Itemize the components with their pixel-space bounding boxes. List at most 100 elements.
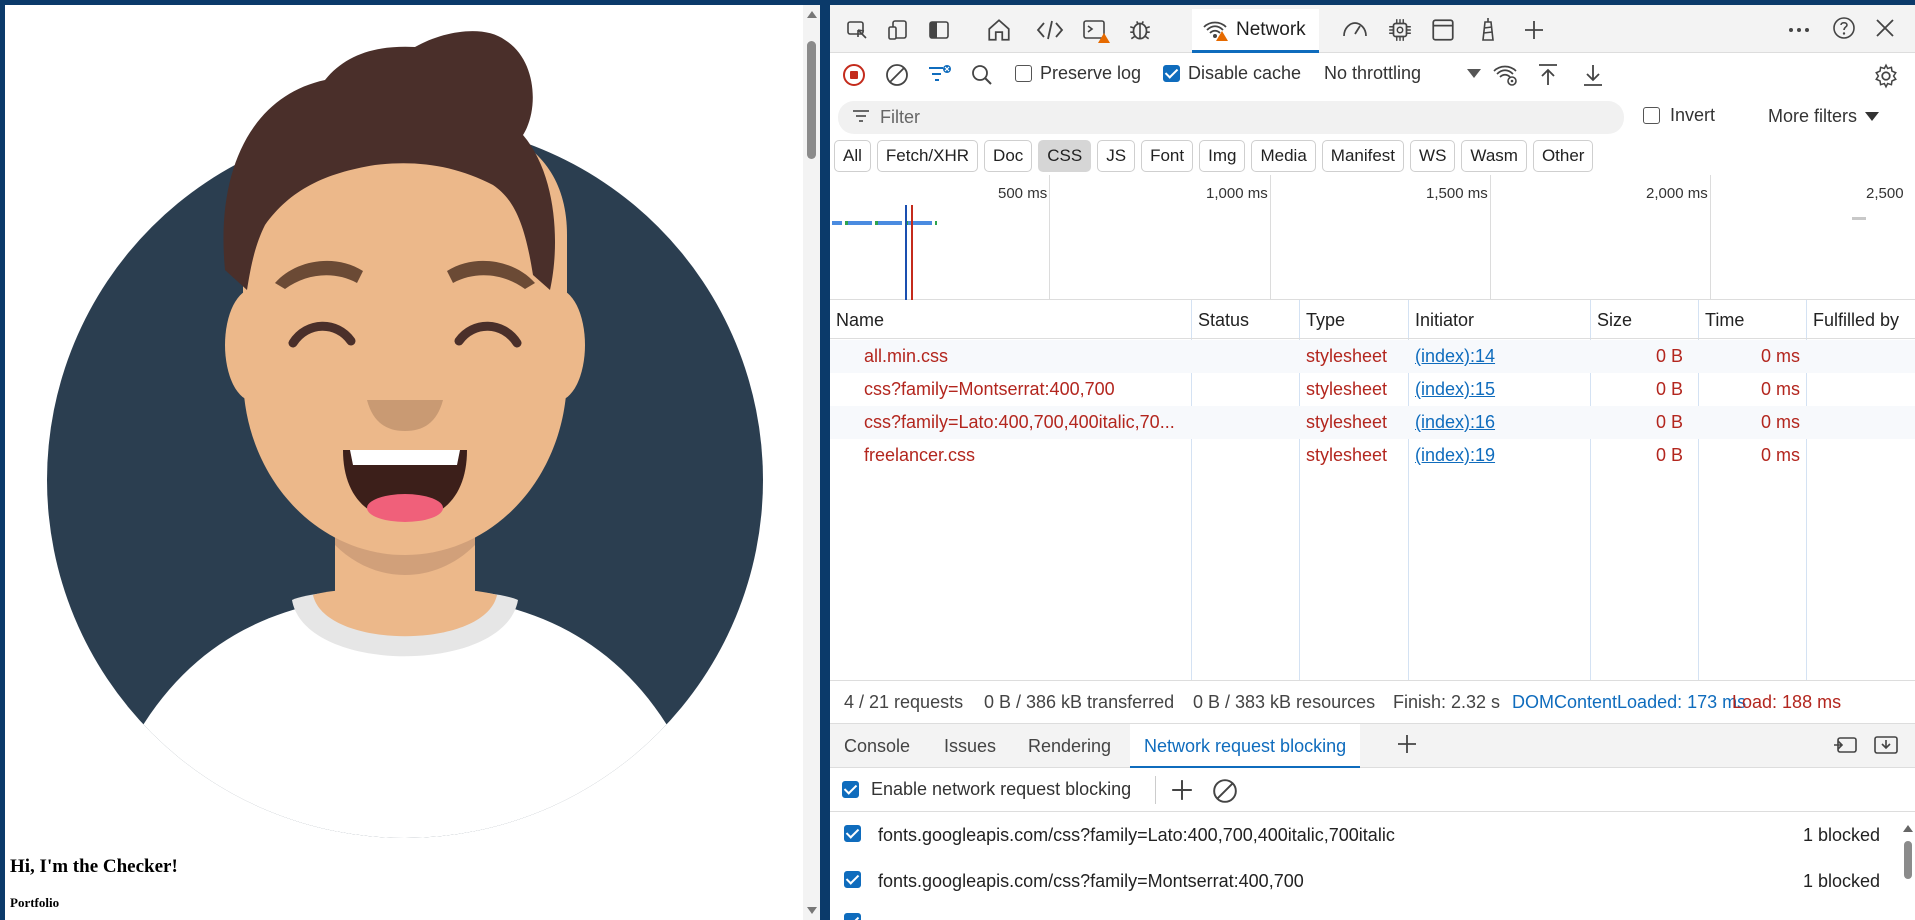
more-options-icon[interactable] — [1784, 15, 1814, 45]
request-name: freelancer.css — [864, 445, 976, 465]
chip-fetch-xhr[interactable]: Fetch/XHR — [876, 140, 979, 172]
summary-finish: Finish: 2.32 s — [1393, 692, 1501, 712]
summary-resources: 0 B / 383 kB resources — [1193, 692, 1376, 712]
drawer-tab-rendering[interactable]: Rendering — [1028, 736, 1111, 757]
performance-tab-icon[interactable] — [1340, 15, 1370, 45]
drawer-tab-network-request-blocking[interactable]: Network request blocking — [1130, 724, 1361, 768]
devtools-main-toolbar: Network — [830, 5, 1915, 53]
network-settings-gear-icon[interactable] — [1873, 63, 1899, 89]
overview-gridline — [1710, 175, 1711, 300]
help-icon[interactable] — [1829, 13, 1859, 43]
drawer-scrollbar[interactable] — [1900, 813, 1915, 920]
filter-toggle-icon[interactable] — [927, 63, 953, 87]
enable-blocking-box[interactable] — [842, 781, 859, 798]
memory-chip-icon[interactable] — [1385, 15, 1415, 45]
column-header-type[interactable]: Type — [1306, 310, 1345, 331]
request-initiator-link[interactable]: (index):14 — [1415, 346, 1495, 367]
blocked-pattern-row[interactable]: fonts.googleapis.com/css?family=Lato:400… — [830, 813, 1900, 859]
request-time: 0 ms — [1760, 346, 1800, 366]
add-tab-plus-icon[interactable] — [1519, 15, 1549, 45]
request-initiator-link[interactable]: (index):15 — [1415, 379, 1495, 400]
blocked-pattern-row[interactable] — [830, 905, 1900, 920]
welcome-home-icon[interactable] — [984, 15, 1014, 45]
request-initiator-link[interactable]: (index):16 — [1415, 412, 1495, 433]
pattern-enabled-checkbox[interactable] — [844, 871, 861, 888]
search-icon[interactable] — [970, 63, 994, 87]
throttling-select[interactable]: No throttling — [1324, 63, 1482, 84]
console-tab-icon[interactable] — [1080, 15, 1110, 45]
record-stop-icon[interactable] — [842, 63, 866, 87]
network-overview-timeline[interactable]: 500 ms 1,000 ms 1,500 ms 2,000 ms 2,500 — [830, 175, 1915, 300]
filter-input[interactable]: Filter — [838, 101, 1624, 134]
elements-tab-icon[interactable] — [1035, 15, 1065, 45]
column-header-name[interactable]: Name — [836, 310, 884, 331]
chip-manifest[interactable]: Manifest — [1321, 140, 1405, 172]
pattern-enabled-checkbox[interactable] — [844, 825, 861, 842]
chip-other[interactable]: Other — [1532, 140, 1594, 172]
column-header-time[interactable]: Time — [1705, 310, 1744, 331]
column-header-fulfilled-by[interactable]: Fulfilled by — [1813, 310, 1899, 331]
table-row[interactable]: css?family=Montserrat:400,700 stylesheet… — [830, 373, 1915, 406]
enable-request-blocking-checkbox[interactable]: Enable network request blocking — [842, 779, 1131, 800]
network-conditions-icon[interactable] — [1492, 63, 1520, 87]
close-devtools-icon[interactable] — [1870, 13, 1900, 43]
column-header-size[interactable]: Size — [1597, 310, 1632, 331]
preserve-log-checkbox[interactable]: Preserve log — [1015, 63, 1141, 84]
request-initiator-link[interactable]: (index):19 — [1415, 445, 1495, 466]
chip-css[interactable]: CSS — [1038, 140, 1092, 172]
drawer-tab-console[interactable]: Console — [844, 736, 910, 757]
device-emulation-icon[interactable] — [884, 15, 914, 45]
sources-debug-icon[interactable] — [1125, 15, 1155, 45]
scroll-thumb[interactable] — [807, 41, 816, 159]
request-time: 0 ms — [1760, 379, 1800, 399]
application-tab-icon[interactable] — [1428, 15, 1458, 45]
preserve-log-box[interactable] — [1015, 65, 1032, 82]
inspect-element-icon[interactable] — [842, 15, 872, 45]
disable-cache-box[interactable] — [1163, 65, 1180, 82]
tab-network-label: Network — [1236, 18, 1306, 40]
chip-img[interactable]: Img — [1199, 140, 1246, 172]
remove-all-patterns-icon[interactable] — [1212, 778, 1238, 809]
clear-log-icon[interactable] — [885, 63, 909, 87]
disable-cache-checkbox[interactable]: Disable cache — [1163, 63, 1301, 84]
import-har-icon[interactable] — [1537, 63, 1559, 87]
add-pattern-plus-icon[interactable] — [1170, 778, 1194, 807]
drawer-tab-issues[interactable]: Issues — [944, 736, 996, 757]
close-drawer-icon[interactable] — [1873, 734, 1899, 761]
tab-network[interactable]: Network — [1192, 9, 1319, 53]
column-header-status[interactable]: Status — [1198, 310, 1249, 331]
page-scrollbar[interactable] — [803, 5, 820, 920]
scroll-thumb[interactable] — [1904, 841, 1912, 879]
dock-side-icon[interactable] — [924, 15, 954, 45]
invert-checkbox[interactable]: Invert — [1643, 105, 1715, 126]
more-filters-dropdown[interactable]: More filters — [1768, 106, 1880, 127]
chip-doc[interactable]: Doc — [984, 140, 1033, 172]
blocked-pattern-row[interactable]: fonts.googleapis.com/css?family=Montserr… — [830, 859, 1900, 905]
chip-wasm[interactable]: Wasm — [1461, 140, 1527, 172]
scroll-down-arrow-icon[interactable] — [807, 907, 817, 914]
table-row[interactable]: freelancer.css stylesheet (index):19 0 B… — [830, 439, 1915, 472]
lighthouse-icon[interactable] — [1473, 15, 1503, 45]
chip-media[interactable]: Media — [1251, 140, 1316, 172]
chip-ws[interactable]: WS — [1410, 140, 1456, 172]
invert-label: Invert — [1670, 105, 1716, 125]
scroll-up-arrow-icon[interactable] — [807, 11, 817, 18]
chip-all[interactable]: All — [834, 140, 871, 172]
add-drawer-tab-plus-icon[interactable] — [1396, 733, 1418, 760]
table-row[interactable]: css?family=Lato:400,700,400italic,70... … — [830, 406, 1915, 439]
chip-js[interactable]: JS — [1097, 140, 1136, 172]
overview-late-request — [1852, 217, 1866, 220]
export-har-icon[interactable] — [1582, 63, 1604, 87]
move-drawer-icon[interactable] — [1832, 734, 1858, 761]
summary-load: Load: 188 ms — [1732, 692, 1842, 712]
pattern-url: fonts.googleapis.com/css?family=Montserr… — [878, 871, 1304, 891]
overview-tick-label: 1,000 ms — [1206, 185, 1268, 202]
table-header: Name Status Type Initiator Size Time Ful… — [830, 300, 1915, 339]
overview-request-bars — [832, 221, 937, 225]
chip-font[interactable]: Font — [1141, 140, 1194, 172]
pattern-enabled-checkbox[interactable] — [844, 913, 861, 920]
table-row[interactable]: all.min.css stylesheet (index):14 0 B 0 … — [830, 340, 1915, 373]
invert-box[interactable] — [1643, 107, 1660, 124]
column-header-initiator[interactable]: Initiator — [1415, 310, 1474, 331]
scroll-up-arrow-icon[interactable] — [1903, 825, 1913, 832]
